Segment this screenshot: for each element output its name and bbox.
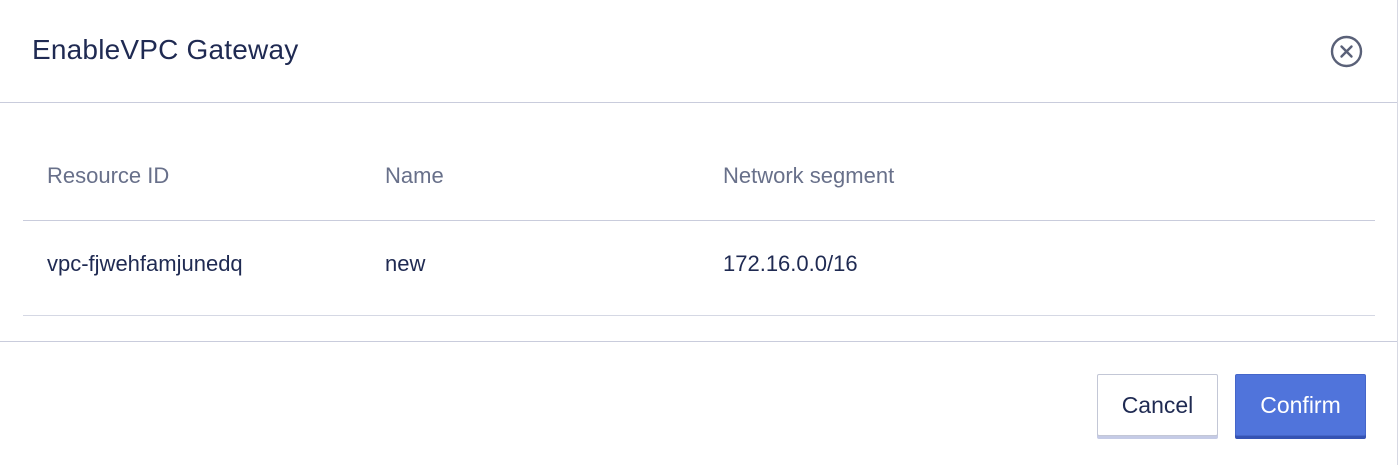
cancel-button[interactable]: Cancel	[1097, 374, 1218, 436]
dialog-footer: Cancel Confirm	[0, 341, 1397, 465]
cell-resource-id: vpc-fjwehfamjunedq	[47, 251, 243, 276]
table-row: vpc-fjwehfamjunedq new 172.16.0.0/16	[23, 221, 1375, 316]
cell-network-segment: 172.16.0.0/16	[723, 251, 858, 276]
enable-vpc-gateway-dialog: EnableVPC Gateway Resource ID Name Netwo…	[0, 0, 1398, 465]
dialog-title: EnableVPC Gateway	[32, 34, 299, 65]
table-header: Resource ID Name Network segment	[23, 129, 1375, 221]
dialog-header: EnableVPC Gateway	[0, 0, 1397, 103]
resource-table: Resource ID Name Network segment vpc-fjw…	[23, 129, 1375, 316]
close-icon[interactable]	[1330, 35, 1363, 68]
column-header-name: Name	[385, 163, 444, 188]
column-header-resource-id: Resource ID	[47, 163, 170, 188]
confirm-button[interactable]: Confirm	[1235, 374, 1366, 436]
cell-name: new	[385, 251, 426, 276]
column-header-network-segment: Network segment	[723, 163, 895, 188]
